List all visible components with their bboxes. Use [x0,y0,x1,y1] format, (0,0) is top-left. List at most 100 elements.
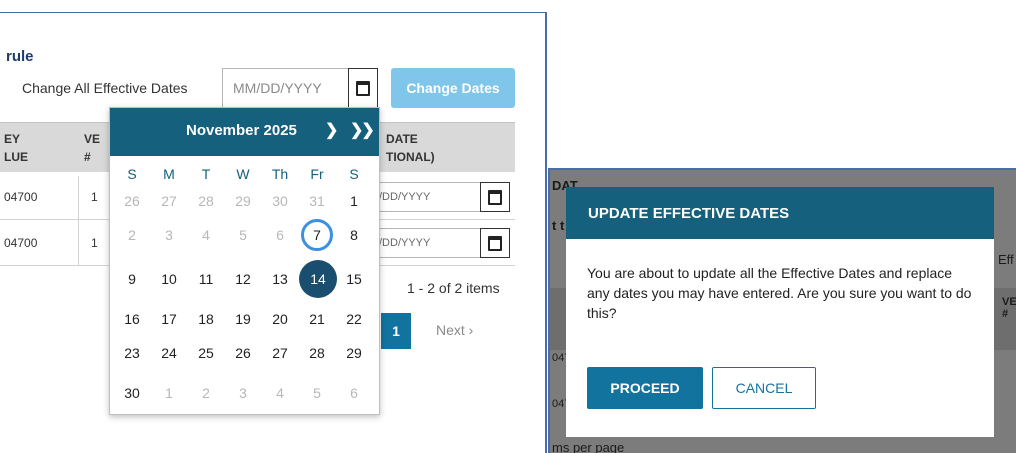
calendar-day-today[interactable]: 7 [299,218,335,252]
calendar-day[interactable]: 16 [114,302,150,336]
calendar-day[interactable]: 2 [188,376,224,410]
weekday-label: T [201,166,211,182]
day-number: 12 [235,271,251,287]
calendar-day[interactable]: 2 [114,218,150,252]
calendar-day[interactable]: 6 [262,218,298,252]
cancel-button[interactable]: CANCEL [712,367,816,409]
proceed-button[interactable]: PROCEED [587,367,703,409]
row-date-input[interactable]: /DD/YYYY [378,182,482,212]
day-number: 20 [272,311,288,327]
month-year-title[interactable]: November 2025 [186,122,297,139]
calendar-day[interactable]: 10 [151,262,187,296]
day-number: 15 [346,271,362,287]
modal-title: UPDATE EFFECTIVE DATES [588,205,790,222]
day-number: 23 [124,345,140,361]
date-picker-header: November 2025 ❯ ❯❯ [110,108,379,156]
day-number: 3 [239,385,247,401]
calendar-day[interactable]: 18 [188,302,224,336]
day-number: 10 [161,271,177,287]
calendar-day[interactable]: 20 [262,302,298,336]
calendar-day[interactable]: 25 [188,336,224,370]
calendar-day[interactable]: 28 [299,336,335,370]
calendar-icon [356,80,370,96]
calendar-day[interactable]: 29 [336,336,372,370]
partial-items-per-page: ms per page [552,440,625,453]
calendar-day[interactable]: 24 [151,336,187,370]
calendar-day[interactable]: 13 [262,262,298,296]
change-all-calendar-button[interactable] [348,68,378,108]
calendar-day[interactable]: 19 [225,302,261,336]
calendar-day[interactable]: 4 [262,376,298,410]
partial-eff: Eff [998,252,1014,267]
day-number: 30 [272,193,288,209]
next-year-icon[interactable]: ❯❯ [350,120,375,140]
date-picker-popup: November 2025 ❯ ❯❯ S M T W Th Fr S 26 27 28 29 30 31… [109,107,380,415]
panel-right-border [545,12,547,453]
header-ver-line1: VE [84,132,101,146]
day-number: 11 [198,271,214,287]
partial-subheading: t t [552,218,565,233]
day-number: 21 [309,311,325,327]
calendar-day[interactable]: 1 [151,376,187,410]
calendar-day[interactable]: 23 [114,336,150,370]
row-calendar-button[interactable] [480,182,510,212]
calendar-day[interactable]: 3 [225,376,261,410]
day-number: 1 [350,193,358,209]
change-dates-button[interactable]: Change Dates [391,68,515,108]
calendar-day[interactable]: 11 [188,262,224,296]
calendar-day[interactable]: 27 [262,336,298,370]
day-number: 5 [239,227,247,243]
calendar-day-selected[interactable]: 14 [299,260,337,298]
calendar-day[interactable]: 1 [336,184,372,218]
header-key-line2: LUE [4,150,28,164]
row-version: 1 [91,236,98,250]
calendar-day[interactable]: 17 [151,302,187,336]
header-key-value: EY LUE [4,130,28,166]
calendar-day[interactable]: 15 [336,262,372,296]
day-number: 30 [124,385,140,401]
change-all-date-input[interactable]: MM/DD/YYYY [222,68,350,108]
header-key-line1: EY [4,132,21,146]
calendar-day[interactable]: 4 [188,218,224,252]
day-number: 28 [198,193,214,209]
row-calendar-button[interactable] [480,228,510,258]
pager-page-1[interactable]: 1 [381,313,411,349]
day-number: 24 [161,345,177,361]
day-number: 3 [165,227,173,243]
calendar-icon [488,189,502,205]
calendar-day: 29 [225,184,261,218]
calendar-day[interactable]: 30 [114,376,150,410]
calendar-day: 31 [299,184,335,218]
header-date-line1: DATE [386,132,418,146]
pager-next-button[interactable]: Next › [436,322,473,338]
calendar-day: 26 [114,184,150,218]
day-number: 25 [198,345,214,361]
day-number: 27 [272,345,288,361]
calendar-day[interactable]: 5 [299,376,335,410]
day-number: 7 [301,219,333,251]
calendar-day[interactable]: 9 [114,262,150,296]
row-date-input[interactable]: /DD/YYYY [378,228,482,258]
day-number: 17 [161,311,177,327]
day-number: 6 [350,385,358,401]
day-number: 5 [313,385,321,401]
calendar-day[interactable]: 8 [336,218,372,252]
day-number: 14 [299,260,337,298]
change-all-label: Change All Effective Dates [22,80,188,96]
calendar-day[interactable]: 21 [299,302,335,336]
next-month-icon[interactable]: ❯ [325,120,338,140]
calendar-day[interactable]: 6 [336,376,372,410]
header-version: VE # [84,130,100,166]
day-number: 19 [235,311,251,327]
calendar-day[interactable]: 5 [225,218,261,252]
calendar-day[interactable]: 3 [151,218,187,252]
row-key-value: 04700 [4,190,38,204]
day-number: 29 [235,193,251,209]
day-number: 2 [128,227,136,243]
day-number: 28 [309,345,325,361]
weekday-label: S [349,166,359,182]
calendar-day[interactable]: 22 [336,302,372,336]
calendar-day[interactable]: 12 [225,262,261,296]
calendar-day[interactable]: 26 [225,336,261,370]
row-key-value: 04700 [4,236,38,250]
